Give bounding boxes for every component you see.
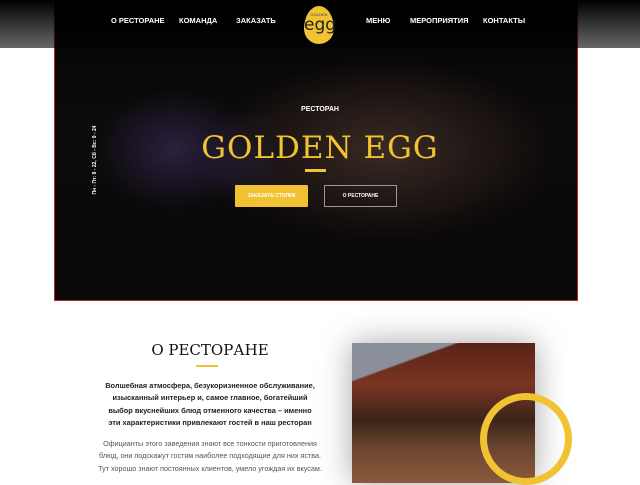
logo[interactable]: GOLDEN egg bbox=[304, 6, 337, 44]
nav-about[interactable]: О РЕСТОРАНЕ bbox=[111, 16, 165, 25]
about-heading: О РЕСТОРАНЕ bbox=[151, 341, 269, 359]
hero-subtitle: РЕСТОРАН bbox=[301, 106, 339, 113]
nav-contacts[interactable]: КОНТАКТЫ bbox=[483, 16, 525, 25]
nav-team[interactable]: КОМАНДА bbox=[179, 16, 217, 25]
about-underline bbox=[196, 365, 218, 367]
about-lead: Волшебная атмосфера, безукоризненное обс… bbox=[105, 381, 315, 427]
nav-order[interactable]: ЗАКАЗАТЬ bbox=[236, 16, 276, 25]
nav-menu[interactable]: МЕНЮ bbox=[366, 16, 390, 25]
book-table-button[interactable]: ЗАКАЗАТЬ СТОЛИК bbox=[235, 185, 308, 207]
about-body: Официанты этого заведения знают все тонк… bbox=[98, 439, 322, 473]
hero-title: GOLDEN EGG bbox=[201, 130, 439, 166]
decorative-ring bbox=[480, 393, 572, 485]
nav-events[interactable]: МЕРОПРИЯТИЯ bbox=[410, 16, 469, 25]
logo-big-text: egg bbox=[304, 15, 337, 35]
about-button[interactable]: О РЕСТОРАНЕ bbox=[324, 185, 397, 207]
title-underline bbox=[305, 169, 326, 172]
